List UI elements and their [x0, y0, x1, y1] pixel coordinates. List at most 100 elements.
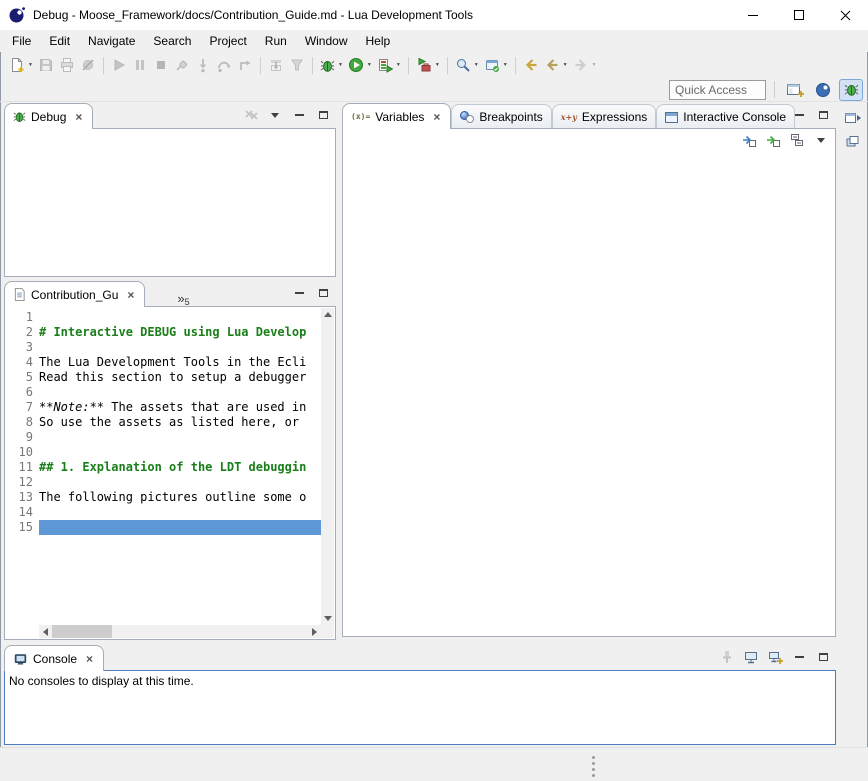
debug-button[interactable]	[318, 54, 345, 76]
display-selected-console-button[interactable]	[743, 650, 759, 664]
pin-console-button[interactable]	[719, 650, 735, 664]
search-button[interactable]	[453, 54, 481, 76]
back-button[interactable]	[542, 54, 570, 76]
close-icon[interactable]	[73, 111, 84, 123]
minimize-view-button[interactable]	[791, 108, 807, 122]
editor-line-3[interactable]	[39, 340, 321, 355]
maximize-button[interactable]	[776, 0, 822, 30]
editor-line-1[interactable]	[39, 310, 321, 325]
maximize-view-button[interactable]	[315, 108, 331, 122]
close-button[interactable]	[822, 0, 868, 30]
editor-line-6[interactable]	[39, 385, 321, 400]
scroll-left-arrow[interactable]	[39, 625, 52, 638]
open-console-button[interactable]	[767, 650, 783, 664]
editor-line-9[interactable]	[39, 430, 321, 445]
save-button[interactable]	[36, 54, 56, 76]
editor-line-8[interactable]: So use the assets as listed here, or	[39, 415, 321, 430]
trim-drag-handle[interactable]	[592, 756, 595, 777]
vertical-scrollbar[interactable]	[321, 308, 334, 625]
editor-line-14[interactable]	[39, 505, 321, 520]
quick-access-box[interactable]: Quick Access	[669, 80, 766, 100]
external-tools-button[interactable]	[414, 54, 442, 76]
run-button[interactable]	[346, 54, 374, 76]
open-perspective-button[interactable]	[783, 79, 807, 101]
editor-line-7[interactable]: **Note:** The assets that are used in	[39, 400, 321, 415]
terminate-button[interactable]	[151, 54, 171, 76]
view-menu-button[interactable]	[813, 133, 829, 147]
scroll-down-arrow[interactable]	[321, 612, 334, 625]
editor-line-13[interactable]: The following pictures outline some o	[39, 490, 321, 505]
open-task-button[interactable]	[482, 54, 510, 76]
maximize-view-button[interactable]	[815, 108, 831, 122]
tab-interactive-console[interactable]: Interactive Console	[656, 104, 795, 129]
menu-search[interactable]: Search	[144, 31, 200, 51]
scroll-right-arrow[interactable]	[308, 625, 321, 638]
suspend-button[interactable]	[130, 54, 150, 76]
menu-edit[interactable]: Edit	[40, 31, 79, 51]
minimize-button[interactable]	[730, 0, 776, 30]
editor-line-11[interactable]: ## 1. Explanation of the LDT debuggin	[39, 460, 321, 475]
skip-all-breakpoints-icon	[80, 57, 96, 73]
menu-window[interactable]: Window	[296, 31, 357, 51]
code-segment: Read this section to setup a debugger	[39, 370, 306, 384]
tab-contribution-guide[interactable]: Contribution_Gu	[4, 281, 145, 307]
remove-all-terminated-button[interactable]	[243, 108, 259, 122]
tab-label: Variables	[375, 110, 424, 124]
new-button[interactable]	[7, 54, 35, 76]
maximize-view-button[interactable]	[815, 650, 831, 664]
close-icon[interactable]	[431, 111, 442, 123]
tab-overflow-indicator[interactable]: 5	[171, 288, 195, 307]
use-step-filters-button[interactable]	[287, 54, 307, 76]
editor-line-5[interactable]: Read this section to setup a debugger	[39, 370, 321, 385]
close-icon[interactable]	[84, 653, 95, 665]
editor-line-10[interactable]	[39, 445, 321, 460]
print-button[interactable]	[57, 54, 77, 76]
editor-line-4[interactable]: The Lua Development Tools in the Ecli	[39, 355, 321, 370]
last-edit-location-button[interactable]	[521, 54, 541, 76]
menu-navigate[interactable]: Navigate	[79, 31, 144, 51]
menu-help[interactable]: Help	[357, 31, 400, 51]
tab-variables[interactable]: Variables	[342, 103, 451, 129]
resume-button[interactable]	[109, 54, 129, 76]
menu-file[interactable]: File	[3, 31, 40, 51]
step-over-button[interactable]	[214, 54, 234, 76]
toolbar-separator	[515, 57, 516, 74]
tab-debug[interactable]: Debug	[4, 103, 93, 129]
console-panel-tools	[719, 650, 831, 664]
maximize-view-button[interactable]	[315, 286, 331, 300]
close-icon[interactable]	[125, 289, 136, 301]
show-logical-structure-button[interactable]	[741, 133, 757, 147]
code-area[interactable]: # Interactive DEBUG using Lua Develop The…	[39, 308, 321, 625]
editor-line-2[interactable]: # Interactive DEBUG using Lua Develop	[39, 325, 321, 340]
minimize-view-button[interactable]	[291, 286, 307, 300]
breakpoints-icon	[460, 111, 474, 123]
variables-tabrow: Variables BreakpointsExpressionsInteracti…	[342, 103, 836, 129]
collapse-all-button[interactable]	[789, 133, 805, 147]
tab-console[interactable]: Console	[4, 645, 104, 671]
tab-expressions[interactable]: Expressions	[552, 104, 657, 129]
scrollbar-thumb[interactable]	[52, 625, 112, 638]
step-return-button[interactable]	[235, 54, 255, 76]
editor-line-12[interactable]	[39, 475, 321, 490]
minimized-view-stack-button[interactable]	[845, 135, 861, 149]
minimize-view-button[interactable]	[791, 650, 807, 664]
ldt-perspective-button[interactable]	[811, 79, 835, 101]
step-into-button[interactable]	[193, 54, 213, 76]
debug-perspective-button[interactable]	[839, 79, 863, 101]
minimize-view-button[interactable]	[291, 108, 307, 122]
disconnect-button[interactable]	[172, 54, 192, 76]
restore-minimized-view-button[interactable]	[844, 111, 862, 125]
forward-button[interactable]	[571, 54, 599, 76]
menu-run[interactable]: Run	[256, 31, 296, 51]
drop-to-frame-button[interactable]	[266, 54, 286, 76]
tab-breakpoints[interactable]: Breakpoints	[451, 104, 551, 129]
horizontal-scrollbar[interactable]	[39, 625, 321, 638]
show-details-pane-button[interactable]	[765, 133, 781, 147]
editor-line-15[interactable]	[39, 520, 321, 535]
scroll-up-arrow[interactable]	[321, 308, 334, 321]
menu-project[interactable]: Project	[200, 31, 255, 51]
console-content: No consoles to display at this time.	[4, 670, 836, 745]
skip-all-breakpoints-button[interactable]	[78, 54, 98, 76]
coverage-button[interactable]	[375, 54, 403, 76]
view-menu-button[interactable]	[267, 108, 283, 122]
